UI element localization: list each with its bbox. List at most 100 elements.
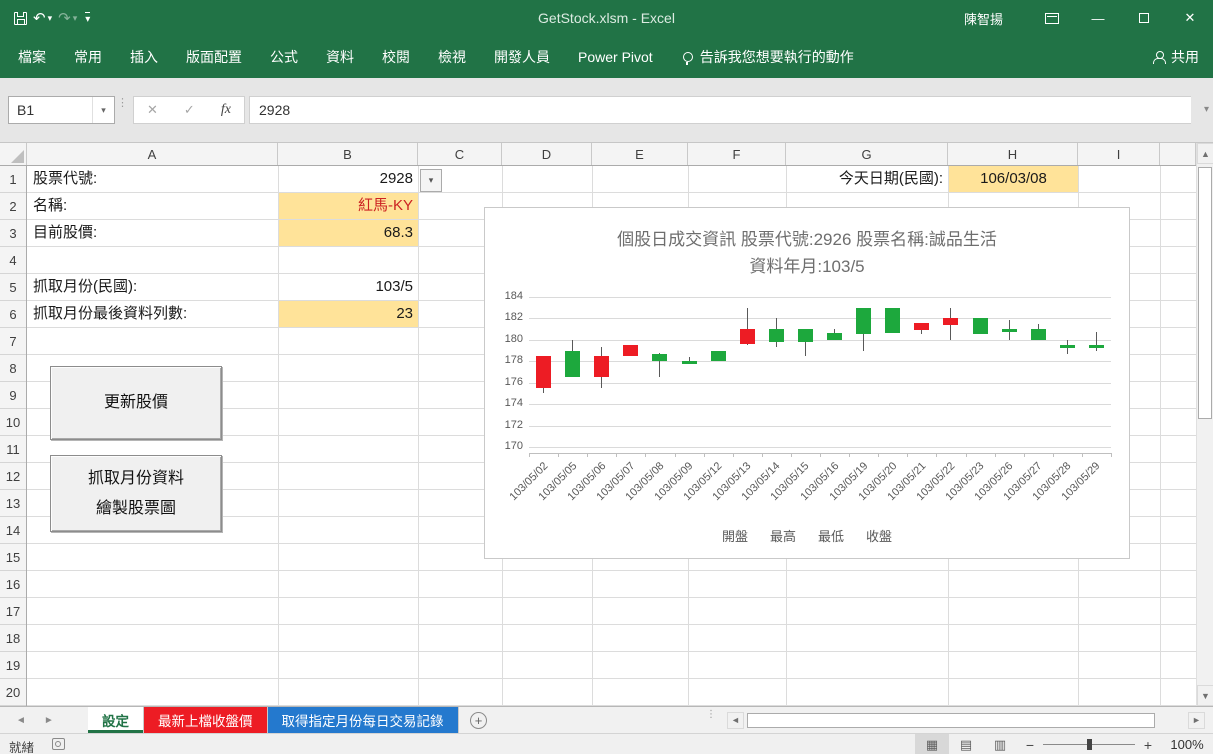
sheet-tab-1[interactable]: 最新上檔收盤價 [144, 707, 268, 733]
column-header-H[interactable]: H [948, 143, 1078, 165]
cell-dropdown-button[interactable]: ▾ [420, 169, 442, 192]
candle-body[interactable] [769, 329, 784, 342]
vscroll-down-icon[interactable]: ▼ [1197, 685, 1213, 706]
name-box[interactable]: B1 ▾ [8, 96, 115, 124]
column-header-F[interactable]: F [688, 143, 786, 165]
row-header-3[interactable]: 3 [0, 220, 26, 247]
zoom-level-label[interactable]: 100% [1161, 737, 1213, 752]
row-header-12[interactable]: 12 [0, 463, 26, 490]
customize-qat-button[interactable]: ▾ [83, 12, 90, 25]
candle-body[interactable] [536, 356, 551, 388]
formula-input[interactable]: 2928 [249, 96, 1191, 124]
legend-item-0[interactable]: 開盤 [722, 526, 748, 545]
formula-bar-expand-icon[interactable]: ▾ [1204, 104, 1209, 115]
cell-A2[interactable]: 名稱: [28, 193, 278, 219]
candle-body[interactable] [973, 318, 988, 334]
candle-body[interactable] [623, 345, 638, 356]
fetch-month-data-button[interactable]: 抓取月份資料 繪製股票圖 [50, 455, 222, 532]
row-header-18[interactable]: 18 [0, 625, 26, 652]
column-header-partial[interactable] [1160, 143, 1196, 165]
row-header-14[interactable]: 14 [0, 517, 26, 544]
row-header-13[interactable]: 13 [0, 490, 26, 517]
ribbon-tab-file[interactable]: 檔案 [4, 36, 60, 78]
hscroll-thumb[interactable] [747, 713, 1155, 728]
vertical-scrollbar[interactable]: ▲ ▼ [1196, 143, 1213, 706]
cell-B2[interactable]: 紅馬-KY [279, 193, 418, 219]
cell-B5[interactable]: 103/5 [279, 274, 418, 300]
candle-body[interactable] [1002, 329, 1017, 332]
column-header-E[interactable]: E [592, 143, 688, 165]
sheet-nav-right-icon[interactable]: ► [44, 715, 54, 726]
cell-B1[interactable]: 2928 [279, 166, 418, 192]
hscroll-left-icon[interactable]: ◄ [727, 712, 744, 729]
row-header-8[interactable]: 8 [0, 355, 26, 382]
candle-body[interactable] [1031, 329, 1046, 340]
cell-B6[interactable]: 23 [279, 301, 418, 327]
candle-body[interactable] [652, 354, 667, 362]
ribbon-tab-1[interactable]: 常用 [60, 36, 116, 78]
column-header-I[interactable]: I [1078, 143, 1160, 165]
zoom-slider[interactable] [1043, 734, 1135, 754]
insert-function-icon[interactable]: fx [221, 102, 231, 118]
column-header-G[interactable]: G [786, 143, 948, 165]
stock-chart[interactable]: 個股日成交資訊 股票代號:2926 股票名稱:誠品生活 資料年月:103/5 1… [484, 207, 1130, 559]
sheet-nav-left-icon[interactable]: ◄ [16, 715, 26, 726]
undo-button[interactable]: ↶▾ [33, 9, 52, 27]
candle-body[interactable] [885, 308, 900, 334]
candle-body[interactable] [740, 329, 755, 344]
ribbon-tab-3[interactable]: 版面配置 [172, 36, 256, 78]
cell-A5[interactable]: 抓取月份(民國): [28, 274, 278, 300]
ribbon-tab-8[interactable]: 開發人員 [480, 36, 564, 78]
candle-body[interactable] [594, 356, 609, 377]
candle-body[interactable] [856, 308, 871, 335]
page-break-view-button[interactable]: ▥ [983, 734, 1017, 754]
ribbon-tab-4[interactable]: 公式 [256, 36, 312, 78]
column-header-A[interactable]: A [27, 143, 278, 165]
candle-body[interactable] [565, 351, 580, 378]
row-header-19[interactable]: 19 [0, 652, 26, 679]
candle-body[interactable] [827, 333, 842, 339]
legend-item-1[interactable]: 最高 [770, 526, 796, 545]
row-header-9[interactable]: 9 [0, 382, 26, 409]
save-button[interactable] [14, 12, 27, 25]
candle-body[interactable] [914, 323, 929, 331]
record-macro-icon[interactable] [52, 738, 65, 750]
candle-body[interactable] [1089, 345, 1104, 348]
ribbon-tab-5[interactable]: 資料 [312, 36, 368, 78]
normal-view-button[interactable]: ▦ [915, 734, 949, 754]
share-button[interactable]: 共用 [1153, 47, 1199, 67]
update-stock-price-button[interactable]: 更新股價 [50, 366, 222, 440]
cell-A1[interactable]: 股票代號: [28, 166, 278, 192]
ribbon-tab-7[interactable]: 檢視 [424, 36, 480, 78]
candle-body[interactable] [682, 361, 697, 364]
column-header-D[interactable]: D [502, 143, 592, 165]
ribbon-tab-6[interactable]: 校閱 [368, 36, 424, 78]
row-header-2[interactable]: 2 [0, 193, 26, 220]
zoom-in-button[interactable]: + [1135, 737, 1161, 753]
tell-me-box[interactable]: 告訴我您想要執行的動作 [683, 47, 854, 67]
cell-B3[interactable]: 68.3 [279, 220, 418, 246]
horizontal-scrollbar[interactable]: ◄ ► [727, 711, 1205, 729]
candle-body[interactable] [1060, 345, 1075, 348]
row-header-20[interactable]: 20 [0, 679, 26, 706]
row-header-17[interactable]: 17 [0, 598, 26, 625]
column-header-B[interactable]: B [278, 143, 418, 165]
candle-body[interactable] [798, 329, 813, 342]
row-header-1[interactable]: 1 [0, 166, 26, 193]
column-header-C[interactable]: C [418, 143, 502, 165]
confirm-entry-icon[interactable]: ✓ [184, 102, 195, 118]
sheet-tab-2[interactable]: 取得指定月份每日交易記錄 [268, 707, 459, 733]
cell-A3[interactable]: 目前股價: [28, 220, 278, 246]
select-all-button[interactable] [0, 143, 27, 165]
ribbon-tab-2[interactable]: 插入 [116, 36, 172, 78]
page-layout-view-button[interactable]: ▤ [949, 734, 983, 754]
cell-H1[interactable]: 106/03/08 [949, 166, 1078, 192]
candle-body[interactable] [711, 351, 726, 362]
cell-A6[interactable]: 抓取月份最後資料列數: [28, 301, 278, 327]
ribbon-tab-9[interactable]: Power Pivot [564, 36, 667, 78]
vscroll-up-icon[interactable]: ▲ [1197, 143, 1213, 164]
hscroll-right-icon[interactable]: ► [1188, 712, 1205, 729]
cancel-entry-icon[interactable]: ✕ [147, 102, 158, 118]
cell-G1[interactable]: 今天日期(民國): [787, 166, 948, 192]
row-header-10[interactable]: 10 [0, 409, 26, 436]
